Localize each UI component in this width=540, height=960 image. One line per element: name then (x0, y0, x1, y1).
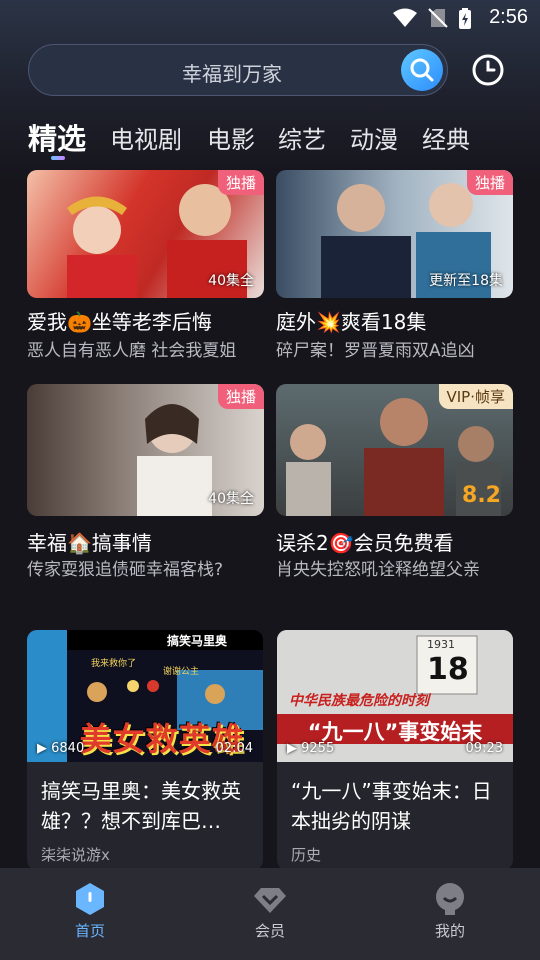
card-title: 爱我🎃坐等老李后悔 (27, 310, 212, 334)
home-icon (76, 883, 104, 915)
video-thumbnail: 1931 18 中华民族最危险的时刻 “九一八”事变始末 ▶ 9255 09:2… (277, 630, 513, 762)
video-duration: 02:04 (215, 741, 253, 756)
bottom-navigation: 首页 会员 我的 (0, 868, 540, 960)
vip-badge: VIP·帧享 (438, 384, 513, 409)
wifi-icon (393, 8, 417, 27)
history-clock-icon[interactable] (470, 52, 506, 88)
play-count: ▶ 6840 (37, 741, 85, 756)
video-thumbnail: 搞笑马里奥 我来救你了 谢谢公主 美女救英雄 ▶ 6840 02:04 (27, 630, 263, 762)
exclusive-badge: 独播 (217, 384, 264, 409)
exclusive-badge: 独播 (217, 170, 264, 195)
video-author: 柒柒说游x (41, 846, 110, 864)
drama-thumbnail: 独播 40集全 (27, 170, 264, 298)
episode-count: 更新至18集 (429, 273, 503, 289)
diamond-icon (254, 888, 286, 913)
card-title: 庭外💥爽看18集 (276, 310, 427, 334)
active-tab-indicator (51, 156, 65, 160)
card-subtitle: 肖央失控怒吼诠释绝望父亲 (276, 560, 480, 580)
nav-home-label: 首页 (74, 922, 105, 940)
drama-thumbnail: 独播 40集全 (27, 384, 264, 516)
drama-card[interactable]: 独播 40集全 幸福🏠搞事情 传家耍狠追债砸幸福客栈? (27, 384, 264, 584)
play-count-value: 9255 (301, 741, 335, 756)
rating-score: 8.2 (462, 483, 501, 508)
drama-card[interactable]: 独播 更新至18集 庭外💥爽看18集 碎尸案！罗晋夏雨双A追凶 (276, 170, 513, 370)
video-duration: 09:23 (465, 741, 503, 756)
no-sim-icon (428, 8, 448, 28)
thumbnail-top-text: 搞笑马里奥 (167, 634, 228, 648)
calendar-day: 18 (427, 652, 469, 687)
drama-thumbnail: 独播 更新至18集 (276, 170, 513, 298)
search-bar[interactable]: 幸福到万家 (28, 44, 448, 96)
search-placeholder: 幸福到万家 (182, 62, 282, 86)
thumbnail-bubble-text: 谢谢公主 (163, 667, 200, 677)
status-bar: 2:56 (0, 0, 540, 36)
tab-anime[interactable]: 动漫 (350, 120, 398, 155)
tab-tv-series[interactable]: 电视剧 (110, 120, 182, 155)
video-card[interactable]: 搞笑马里奥 我来救你了 谢谢公主 美女救英雄 ▶ 6840 02:04 搞笑马里… (27, 630, 263, 870)
episode-count: 40集全 (208, 491, 254, 507)
tab-classic[interactable]: 经典 (422, 120, 470, 155)
play-count-value: 6840 (51, 741, 85, 756)
nav-vip-label: 会员 (254, 922, 285, 940)
play-count: ▶ 9255 (287, 741, 335, 756)
card-title: 幸福🏠搞事情 (27, 531, 152, 555)
video-card[interactable]: 1931 18 中华民族最危险的时刻 “九一八”事变始末 ▶ 9255 09:2… (277, 630, 513, 870)
episode-count: 40集全 (208, 273, 254, 289)
clock-time: 2:56 (489, 6, 528, 28)
profile-icon (436, 883, 464, 915)
thumbnail-line: 中华民族最危险的时刻 (289, 693, 429, 709)
battery-charging-icon (459, 8, 471, 29)
video-title: “九一八”事变始末：日本拙劣的阴谋 (291, 779, 492, 833)
tab-variety[interactable]: 综艺 (278, 120, 326, 155)
card-subtitle: 恶人自有恶人磨 社会我夏姐 (27, 341, 237, 361)
calendar-year: 1931 (427, 638, 455, 651)
search-button[interactable] (401, 49, 443, 91)
video-title: 搞笑马里奥：美女救英雄？？想不到库巴… (41, 779, 241, 833)
movie-card[interactable]: VIP·帧享 8.2 误杀2🎯会员免费看 肖央失控怒吼诠释绝望父亲 (276, 384, 513, 584)
tab-movies[interactable]: 电影 (207, 120, 255, 155)
movie-thumbnail: VIP·帧享 8.2 (276, 384, 513, 516)
video-author: 历史 (291, 846, 322, 864)
drama-card[interactable]: 独播 40集全 爱我🎃坐等老李后悔 恶人自有恶人磨 社会我夏姐 (27, 170, 264, 370)
tab-featured[interactable]: 精选 (28, 116, 86, 158)
nav-profile-label: 我的 (434, 922, 465, 940)
card-title: 误杀2🎯会员免费看 (276, 531, 454, 555)
card-subtitle: 碎尸案！罗晋夏雨双A追凶 (276, 341, 475, 361)
exclusive-badge: 独播 (466, 170, 513, 195)
search-icon (410, 58, 434, 82)
card-subtitle: 传家耍狠追债砸幸福客栈? (27, 560, 224, 580)
thumbnail-bubble-text: 我来救你了 (91, 659, 137, 669)
